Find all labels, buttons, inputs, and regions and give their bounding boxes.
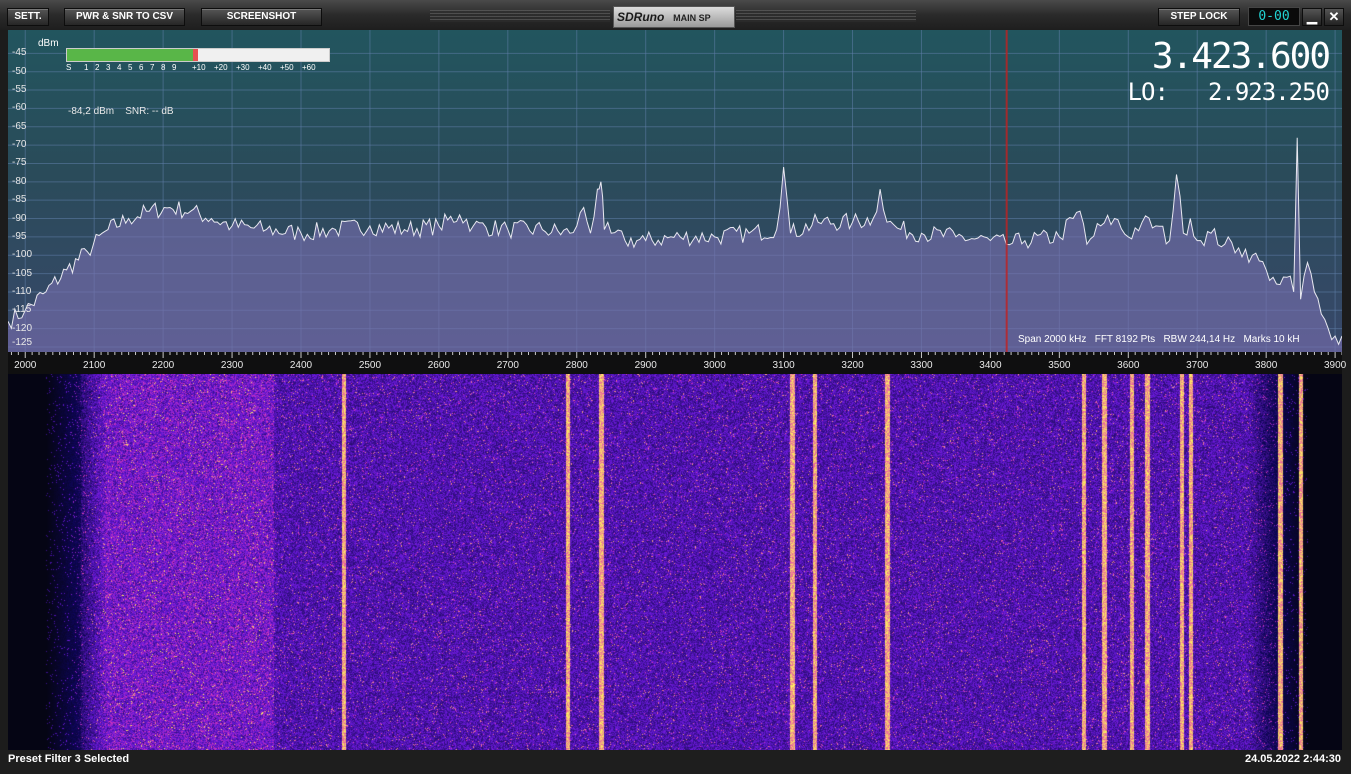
sdruno-brand-badge: SDRuno MAIN SP <box>613 6 735 28</box>
x-tick-label: 3500 <box>1048 360 1071 371</box>
s-meter-tick: +40 <box>258 63 272 72</box>
span-info: Span 2000 kHz FFT 8192 Pts RBW 244,14 Hz… <box>1018 334 1300 345</box>
x-tick-label: 2300 <box>220 360 244 371</box>
y-tick-label: -75 <box>12 157 27 169</box>
waterfall-display[interactable] <box>8 374 1342 750</box>
y-tick-label: -65 <box>12 120 27 132</box>
y-axis-labels: -45 -50 -55 -60 -65 -70 -75 -80 -85 -90 -95 -100 -10… <box>0 30 40 352</box>
y-tick-label: -110 <box>12 285 32 297</box>
screenshot-button[interactable]: SCREENSHOT <box>201 8 322 26</box>
s-meter-peak <box>193 49 198 61</box>
x-tick-label: 3700 <box>1186 360 1209 371</box>
top-toolbar: SETT. PWR & SNR TO CSV SCREENSHOT SDRuno… <box>0 0 1351 30</box>
y-tick-label: -115 <box>12 304 32 316</box>
y-tick-label: -105 <box>12 267 33 279</box>
close-button[interactable]: ✕ <box>1324 8 1344 26</box>
s-meter-tick: 7 <box>150 63 155 72</box>
y-tick-label: -95 <box>12 230 27 242</box>
drag-grip-right[interactable] <box>736 10 916 22</box>
s-meter-tick: 8 <box>161 63 166 72</box>
x-tick-label: 2400 <box>289 360 313 371</box>
s-meter-tick: +30 <box>236 63 250 72</box>
y-tick-label: -85 <box>12 194 27 206</box>
x-tick-label: 2700 <box>496 360 519 371</box>
waterfall-canvas <box>8 374 1342 750</box>
pwr-snr-csv-button[interactable]: PWR & SNR TO CSV <box>64 8 185 26</box>
minimize-button[interactable]: ▁ <box>1302 8 1322 26</box>
s-meter-tick: +60 <box>302 63 316 72</box>
x-tick-label: 3100 <box>772 360 795 371</box>
x-tick-label: 3200 <box>841 360 864 371</box>
x-tick-label: 3300 <box>910 360 933 371</box>
s-meter-scale: S 1 2 3 4 5 6 7 8 9 +10 +20 +30 +40 +50 +60 <box>66 63 336 75</box>
y-tick-label: -120 <box>12 322 33 334</box>
sdruno-logo: SDRuno <box>617 10 665 24</box>
s-meter-fill <box>67 49 198 61</box>
x-tick-label: 2900 <box>634 360 657 371</box>
s-meter-tick: 5 <box>128 63 133 72</box>
s-meter-tick: +20 <box>214 63 228 72</box>
y-tick-label: -55 <box>12 84 27 96</box>
s-meter-bar <box>66 48 330 62</box>
spectrum-fill <box>8 137 1342 352</box>
x-tick-label: 3800 <box>1255 360 1278 371</box>
status-datetime: 24.05.2022 2:44:30 <box>1244 753 1341 765</box>
y-tick-label: -50 <box>12 65 27 77</box>
x-tick-label: 3000 <box>703 360 726 371</box>
s-meter-tick: 4 <box>117 63 122 72</box>
y-tick-label: -45 <box>12 47 27 59</box>
y-tick-label: -125 <box>12 337 33 348</box>
settings-button[interactable]: SETT. <box>7 8 49 26</box>
s-meter-tick: 9 <box>172 63 177 72</box>
status-message: Preset Filter 3 Selected <box>8 753 130 765</box>
power-value: -84,2 dBm <box>68 106 115 117</box>
x-tick-label: 2000 <box>14 360 37 371</box>
main-frequency[interactable]: 3.423.600 <box>1152 36 1331 77</box>
s-meter-tick: +10 <box>192 63 206 72</box>
status-bar: Preset Filter 3 Selected 24.05.2022 2:44… <box>0 750 1351 774</box>
y-tick-label: -90 <box>12 212 27 224</box>
x-axis-ticks <box>10 352 1342 358</box>
x-tick-label: 2500 <box>358 360 382 371</box>
y-tick-label: -100 <box>12 249 33 261</box>
x-tick-label: 3600 <box>1117 360 1140 371</box>
lo-label: LO: <box>1127 78 1169 106</box>
x-tick-label: 2600 <box>427 360 450 371</box>
x-tick-label: 2800 <box>565 360 588 371</box>
power-readout: -84,2 dBm SNR: -- dB <box>68 106 174 117</box>
s-meter-tick: +50 <box>280 63 294 72</box>
x-tick-label: 2100 <box>83 360 106 371</box>
dbm-unit-label: dBm <box>38 38 59 49</box>
x-tick-label: 3400 <box>979 360 1002 371</box>
clock-display: 0-00 <box>1248 7 1300 26</box>
y-tick-label: -80 <box>12 175 27 187</box>
s-meter-tick: 3 <box>106 63 111 72</box>
lo-value: 2.923.250 <box>1207 78 1330 106</box>
x-tick-label: 2200 <box>151 360 175 371</box>
snr-value: SNR: -- dB <box>125 106 174 117</box>
s-meter-tick: 2 <box>95 63 100 72</box>
s-meter-tick: S <box>66 63 72 72</box>
s-meter-tick: 6 <box>139 63 144 72</box>
x-tick-label: 3900 <box>1323 360 1347 371</box>
frequency-axis[interactable]: 2000 2100 2200 2300 2400 2500 2600 2700 2800 2900… <box>8 352 1346 374</box>
y-tick-label: -60 <box>12 102 27 114</box>
s-meter-tick: 1 <box>84 63 89 72</box>
drag-grip-left[interactable] <box>430 10 610 22</box>
brand-label: MAIN SP <box>673 13 711 23</box>
y-tick-label: -70 <box>12 139 27 151</box>
lo-frequency[interactable]: LO: 2.923.250 <box>1127 78 1330 106</box>
step-lock-button[interactable]: STEP LOCK <box>1158 8 1240 26</box>
